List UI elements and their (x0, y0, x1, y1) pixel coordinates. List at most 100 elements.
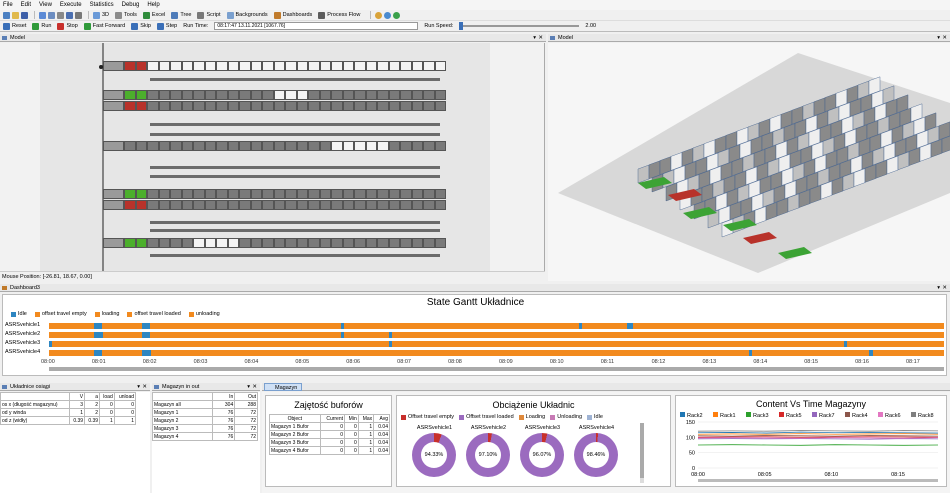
rack-bay[interactable] (354, 141, 366, 151)
rack-bay[interactable] (147, 200, 159, 210)
rack-bay[interactable] (227, 238, 239, 248)
rack-bay[interactable] (216, 189, 228, 199)
rack-bay[interactable] (227, 90, 239, 100)
rack-bay[interactable] (147, 101, 159, 111)
rack-bay[interactable] (147, 61, 159, 71)
rack-bay[interactable] (365, 101, 377, 111)
rack-bay[interactable] (434, 90, 446, 100)
tool-icon[interactable] (57, 11, 64, 19)
menu-statistics[interactable]: Statistics (90, 2, 114, 8)
rack-bay[interactable] (296, 101, 308, 111)
rack-bay[interactable] (319, 238, 331, 248)
rack-bay[interactable] (388, 200, 400, 210)
rack-bay[interactable] (262, 141, 274, 151)
rack-bay[interactable] (400, 200, 412, 210)
rack-bay[interactable] (377, 61, 389, 71)
rack-bay[interactable] (423, 141, 435, 151)
rack-bay[interactable] (411, 238, 423, 248)
obciazenie-scrollbar[interactable] (640, 423, 644, 483)
rack-bay[interactable] (135, 61, 147, 71)
globe-icon[interactable] (384, 11, 392, 19)
rack-bay[interactable] (296, 238, 308, 248)
rack-bay[interactable] (239, 90, 251, 100)
pin-icon[interactable]: ▾ (137, 383, 140, 391)
rack-bay[interactable] (124, 238, 136, 248)
rack-bay[interactable] (308, 141, 320, 151)
rack-bay[interactable] (273, 141, 285, 151)
rack-bay[interactable] (193, 141, 205, 151)
rack-bay[interactable] (239, 189, 251, 199)
rack-bay[interactable] (423, 90, 435, 100)
rack-bay[interactable] (216, 200, 228, 210)
menu-view[interactable]: View (39, 2, 52, 8)
rack-bay[interactable] (147, 90, 159, 100)
rack-bay[interactable] (411, 90, 423, 100)
close-icon[interactable]: ✕ (942, 34, 947, 42)
tools-button[interactable]: Tools (115, 11, 137, 19)
rack-bay[interactable] (296, 90, 308, 100)
rack-bay[interactable] (170, 61, 182, 71)
rack-bay[interactable] (204, 101, 216, 111)
rack-bay[interactable] (147, 141, 159, 151)
rack-bay[interactable] (354, 200, 366, 210)
rack-bay[interactable] (388, 61, 400, 71)
model-3d-view[interactable] (548, 43, 950, 281)
rack-bay[interactable] (158, 101, 170, 111)
rack-bay[interactable] (388, 90, 400, 100)
rack-bay[interactable] (273, 90, 285, 100)
rack-bay[interactable] (342, 200, 354, 210)
rack-bay[interactable] (400, 189, 412, 199)
rack-bay[interactable] (193, 238, 205, 248)
rack-bay[interactable] (147, 189, 159, 199)
magazyn-tab[interactable]: Magazyn (264, 383, 303, 391)
rack-bay[interactable] (181, 238, 193, 248)
skip-button[interactable]: Skip (131, 22, 151, 30)
step-button[interactable]: Step (156, 22, 177, 30)
rack-bay[interactable] (273, 101, 285, 111)
rack-bay[interactable] (181, 141, 193, 151)
rack-bay[interactable] (193, 90, 205, 100)
rack-bay[interactable] (342, 61, 354, 71)
rack-bay[interactable] (170, 141, 182, 151)
rack-bay[interactable] (262, 200, 274, 210)
rack-bay[interactable] (308, 189, 320, 199)
rack-bay[interactable] (135, 238, 147, 248)
rack-bay[interactable] (124, 189, 136, 199)
rack-bay[interactable] (262, 61, 274, 71)
rack-bay[interactable] (158, 61, 170, 71)
run-speed-slider[interactable] (459, 22, 580, 30)
rack-bay[interactable] (273, 238, 285, 248)
rack-bay[interactable] (285, 90, 297, 100)
rack-bay[interactable] (388, 189, 400, 199)
rack-bay[interactable] (193, 200, 205, 210)
rack-bay[interactable] (400, 238, 412, 248)
rack-bay[interactable] (434, 61, 446, 71)
rack-bay[interactable] (434, 101, 446, 111)
rack-bay[interactable] (262, 189, 274, 199)
rack-bay[interactable] (331, 61, 343, 71)
rack-bay[interactable] (250, 61, 262, 71)
rack-bay[interactable] (124, 141, 136, 151)
rack-bay[interactable] (296, 189, 308, 199)
stop-button[interactable]: Stop (57, 22, 78, 30)
rack-bay[interactable] (158, 189, 170, 199)
rack-bay[interactable] (216, 238, 228, 248)
menu-help[interactable]: Help (147, 2, 159, 8)
rack-bay[interactable] (377, 200, 389, 210)
rack-bay[interactable] (135, 141, 147, 151)
excel-button[interactable]: Excel (142, 11, 165, 19)
rack-bay[interactable] (388, 141, 400, 151)
rack-bay[interactable] (216, 61, 228, 71)
rack-bay[interactable] (170, 200, 182, 210)
rack-bay[interactable] (377, 90, 389, 100)
rack-bay[interactable] (400, 101, 412, 111)
rack-bay[interactable] (204, 189, 216, 199)
rack-bay[interactable] (181, 101, 193, 111)
rack-bay[interactable] (400, 141, 412, 151)
rack-bay[interactable] (158, 90, 170, 100)
rack-bay[interactable] (250, 238, 262, 248)
rack-bay[interactable] (273, 189, 285, 199)
rack-bay[interactable] (423, 200, 435, 210)
rack-bay[interactable] (285, 61, 297, 71)
rack-bay[interactable] (319, 101, 331, 111)
